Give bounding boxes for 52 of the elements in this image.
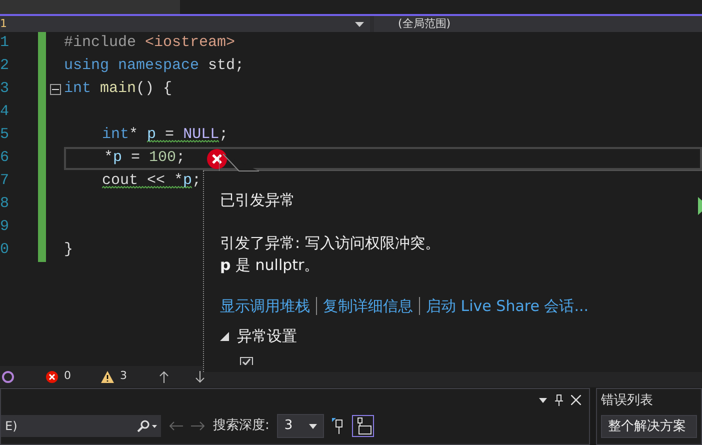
search-depth-dropdown[interactable]: 3 [277,414,324,438]
search-icon [137,420,157,432]
back-arrow-icon[interactable] [169,421,183,431]
text-view-icon[interactable] [352,415,374,437]
panel-title: 错误列表 [601,392,654,410]
forward-arrow-icon[interactable] [191,421,205,431]
live-share-icon[interactable] [2,370,14,384]
line-number: 6 [0,148,10,168]
line-number: 4 [0,102,10,122]
collapse-icon[interactable] [50,84,60,95]
error-icon[interactable] [46,370,58,382]
scope-text: 1 [0,16,7,32]
exception-detail: p 是 nullptr。 [220,255,320,276]
checkbox[interactable] [240,357,253,366]
caret-icon [355,22,364,26]
line-number: 1 [0,33,10,54]
up-arrow-icon[interactable] [159,370,169,382]
close-icon[interactable] [571,395,581,405]
exception-message: 引发了异常: 写入访问权限冲突。 [220,232,441,254]
line-number: 5 [0,125,10,146]
warning-icon[interactable] [101,370,114,382]
code-text: } [64,240,74,260]
popup-link[interactable]: 启动 Live Share 会话... [426,294,589,317]
caret-icon [308,424,317,428]
dropdown-icon[interactable] [539,398,547,402]
error-count: 0 [64,368,71,384]
popup-title: 已引发异常 [220,190,296,211]
code-text: int main() { [64,79,172,100]
code-text: *p = 100; [103,148,186,168]
search-depth-label: 搜索深度: [213,417,270,436]
code-text: #include <iostream> [64,33,236,54]
warning-count: 3 [120,368,127,384]
error-icon[interactable] [207,148,228,168]
scope-dropdown[interactable]: 整个解决方案 [601,414,697,438]
line-number: 0 [0,240,10,260]
line-number: 8 [0,194,10,214]
expanded-triangle-icon[interactable] [220,332,229,341]
line-number: 3 [0,79,10,100]
search-field[interactable]: E) [1,415,161,437]
code-text: int* p = NULL; [101,125,228,146]
line-number: 9 [0,217,10,238]
exception-settings-label: 异常设置 [237,326,297,347]
popup-link[interactable]: 复制详细信息 [323,294,413,317]
scope-dropdown[interactable]: (全局范围) [374,16,702,32]
pin-icon[interactable] [555,394,563,406]
pin-filter-icon[interactable] [332,418,344,434]
line-number: 7 [0,171,10,192]
scope-dropdown[interactable]: 1 [0,16,370,32]
code-text: using namespace std; [64,56,244,76]
down-arrow-icon[interactable] [195,370,205,382]
line-number: 2 [0,56,10,76]
popup-link[interactable]: 显示调用堆栈 [220,294,310,317]
